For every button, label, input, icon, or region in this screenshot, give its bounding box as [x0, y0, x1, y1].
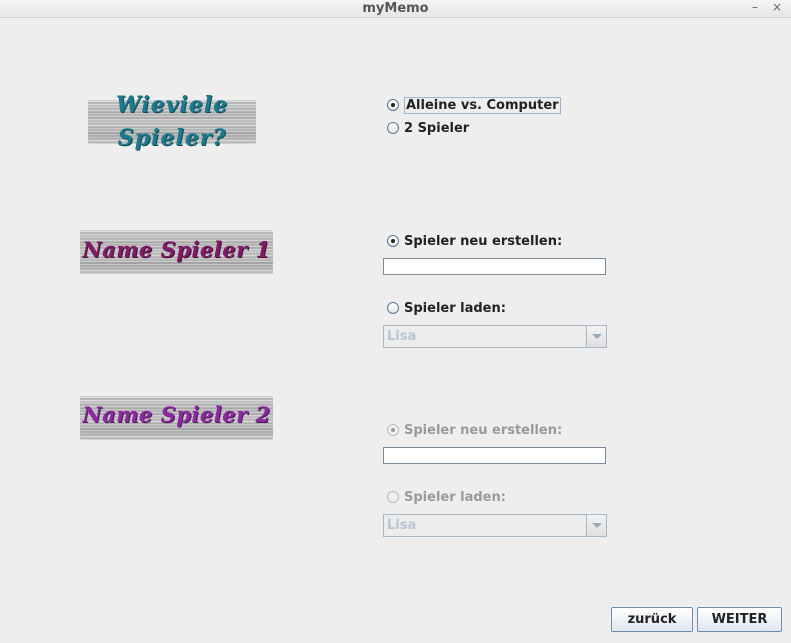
player1-name-input[interactable] — [383, 258, 606, 275]
player2-load-select-value: Lisa — [387, 518, 417, 533]
player2-banner: Name Spieler 2 — [80, 392, 273, 444]
players-count-banner-line1: Wieviele — [115, 92, 229, 118]
radio-2-spieler[interactable]: 2 Spieler — [387, 119, 469, 137]
player1-banner: Name Spieler 1 — [80, 226, 273, 278]
radio-unchecked-icon — [387, 491, 399, 503]
back-button[interactable]: zurück — [611, 607, 693, 632]
radio-label: Spieler laden: — [404, 489, 506, 505]
chevron-down-icon[interactable] — [586, 515, 606, 536]
radio-checked-icon — [387, 99, 399, 111]
radio-label: Spieler neu erstellen: — [404, 233, 563, 249]
radio-checked-icon — [387, 424, 399, 436]
player1-load-select[interactable]: Lisa — [383, 325, 607, 348]
player1-load-select-value: Lisa — [387, 329, 417, 344]
radio-label: Spieler neu erstellen: — [404, 422, 563, 438]
player1-radio-load[interactable]: Spieler laden: — [387, 299, 506, 317]
radio-label: Alleine vs. Computer — [404, 96, 561, 114]
radio-label: Spieler laden: — [404, 300, 506, 316]
window-title: myMemo — [362, 1, 429, 16]
player1-radio-create[interactable]: Spieler neu erstellen: — [387, 232, 562, 250]
radio-checked-icon — [387, 235, 399, 247]
chevron-down-icon[interactable] — [586, 326, 606, 347]
radio-unchecked-icon — [387, 122, 399, 134]
next-button[interactable]: WEITER — [697, 607, 782, 632]
player2-radio-load[interactable]: Spieler laden: — [387, 488, 506, 506]
radio-alleine-vs-computer[interactable]: Alleine vs. Computer — [387, 96, 561, 114]
radio-unchecked-icon — [387, 302, 399, 314]
players-count-banner-line2: Spieler? — [117, 125, 227, 151]
close-icon[interactable]: × — [770, 0, 784, 17]
player1-banner-text: Name Spieler 1 — [82, 237, 271, 262]
player2-radio-create[interactable]: Spieler neu erstellen: — [387, 421, 562, 439]
player2-name-input[interactable] — [383, 447, 606, 464]
window-titlebar: myMemo – × — [0, 0, 791, 18]
radio-label: 2 Spieler — [404, 120, 470, 136]
minimize-icon[interactable]: – — [748, 0, 762, 17]
player2-banner-text: Name Spieler 2 — [82, 402, 271, 427]
players-count-banner: Wieviele Spieler? — [88, 92, 256, 152]
player2-load-select[interactable]: Lisa — [383, 514, 607, 537]
